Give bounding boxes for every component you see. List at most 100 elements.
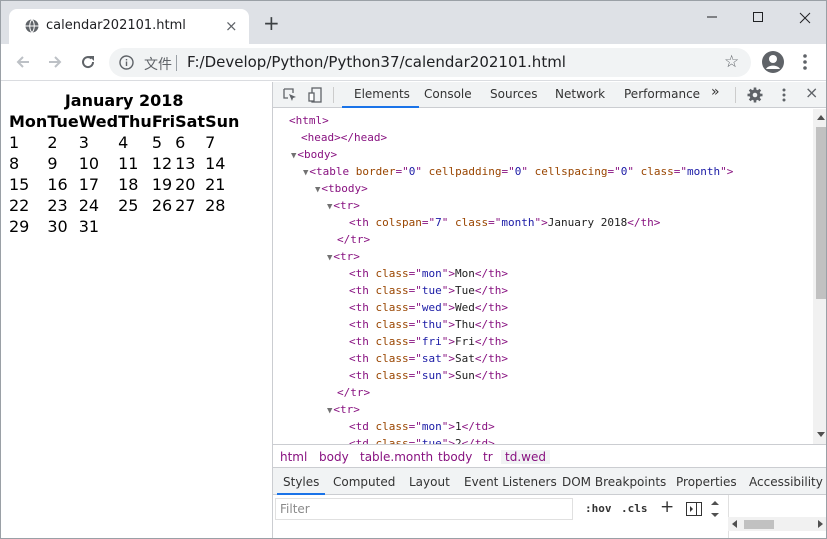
tab-console[interactable]: Console	[424, 87, 472, 101]
class-toggle[interactable]: .cls	[621, 502, 648, 515]
expand-triangle-icon[interactable]: ▼	[303, 168, 308, 178]
dom-node-line[interactable]: <th class="thu">Thu</th>	[349, 316, 508, 333]
tab-properties[interactable]: Properties	[676, 475, 737, 489]
dom-token: ="	[408, 335, 422, 348]
tab-elements[interactable]: Elements	[354, 87, 410, 101]
dom-tree-scrollbar[interactable]	[813, 109, 826, 444]
expand-triangle-icon[interactable]: ▼	[327, 406, 332, 416]
dom-node-line[interactable]: <th class="sat">Sat</th>	[349, 350, 508, 367]
maximize-button[interactable]	[747, 7, 769, 27]
scrollbar-thumb[interactable]	[816, 127, 826, 299]
tab-accessibility[interactable]: Accessibility	[749, 475, 823, 489]
dom-token: </head>	[340, 131, 388, 144]
expand-triangle-icon[interactable]: ▼	[327, 253, 332, 263]
calendar-week-row: 8 9 10 11 12 13 14	[9, 153, 239, 174]
tab-close-button[interactable]: ×	[225, 17, 238, 35]
expand-triangle-icon[interactable]: ▼	[327, 202, 332, 212]
dom-token: class	[640, 165, 674, 178]
tab-computed[interactable]: Computed	[333, 475, 395, 489]
toggle-sidebar-icon[interactable]	[686, 502, 702, 516]
breadcrumb-tr[interactable]: tr	[483, 450, 493, 464]
styles-scroll-arrows-icon[interactable]	[710, 497, 720, 521]
dom-node-line[interactable]: <td class="mon">1</td>	[349, 418, 495, 435]
dom-token: <th	[349, 284, 376, 297]
back-arrow-icon[interactable]	[13, 52, 33, 72]
address-bar[interactable]: 文件 F:/Develop/Python/Python37/calendar20…	[109, 48, 751, 77]
dom-token: </th>	[474, 284, 508, 297]
scroll-up-arrow-icon[interactable]	[817, 115, 825, 120]
dom-node-line[interactable]: <head></head>	[301, 129, 387, 146]
scroll-down-arrow-icon[interactable]	[817, 432, 825, 437]
dom-token: wed	[421, 301, 442, 314]
settings-gear-icon[interactable]	[746, 86, 764, 104]
more-tabs-button[interactable]: »	[711, 84, 720, 100]
dom-node-line[interactable]: <th colspan="7" class="month">January 20…	[349, 214, 660, 231]
dom-node-line[interactable]: ▼<tr>	[327, 248, 360, 265]
dom-node-line[interactable]: <html>	[289, 112, 329, 129]
url-text[interactable]: F:/Develop/Python/Python37/calendar20210…	[187, 53, 566, 71]
new-tab-button[interactable]: +	[263, 13, 280, 33]
dom-node-line[interactable]: <th class="tue">Tue</th>	[349, 282, 508, 299]
tab-sources[interactable]: Sources	[490, 87, 537, 101]
device-toolbar-icon[interactable]	[307, 86, 325, 104]
tab-performance[interactable]: Performance	[624, 87, 700, 101]
dom-token: Thu	[455, 318, 475, 331]
profile-avatar-icon[interactable]	[761, 50, 785, 74]
breadcrumb-table[interactable]: table.month	[360, 450, 433, 464]
dom-token: <th	[349, 216, 376, 229]
dom-node-line[interactable]: ▼<tr>	[327, 401, 360, 418]
dom-node-line[interactable]: ▼<body>	[291, 146, 337, 163]
dom-tree[interactable]: <html> <head></head> ▼<body> ▼<table border…	[273, 109, 813, 444]
browser-tab[interactable]: calendar202101.html ×	[9, 9, 249, 44]
dom-token: <td	[349, 420, 376, 433]
dom-token: sat	[421, 352, 442, 365]
dom-token: mon	[421, 420, 442, 433]
tab-layout[interactable]: Layout	[409, 475, 450, 489]
window-close-button[interactable]	[794, 8, 816, 28]
inspect-element-icon[interactable]	[281, 86, 299, 104]
dom-node-line[interactable]: </tr>	[337, 231, 370, 248]
dom-node-line[interactable]: ▼<table border="0" cellpadding="0" cells…	[303, 163, 733, 180]
devtools-separator	[735, 87, 736, 103]
dom-node-line[interactable]: <td class="tue">2</td>	[349, 435, 495, 444]
devtools-close-button[interactable]: ×	[805, 83, 818, 102]
minimize-button[interactable]	[701, 7, 723, 27]
bookmark-star-icon[interactable]: ☆	[724, 52, 739, 72]
new-style-rule-button[interactable]: +	[660, 497, 674, 517]
dom-token: <body>	[297, 148, 338, 161]
browser-menu-icon[interactable]	[801, 52, 809, 72]
expand-triangle-icon[interactable]: ▼	[291, 151, 296, 161]
scroll-left-arrow-icon[interactable]	[732, 520, 737, 528]
styles-filter-input[interactable]	[275, 498, 573, 520]
devtools-menu-icon[interactable]	[775, 86, 793, 104]
tab-styles[interactable]: Styles	[283, 475, 319, 489]
day-header: Fri	[151, 112, 176, 131]
dom-token: class	[375, 284, 409, 297]
scroll-right-arrow-icon[interactable]	[818, 520, 823, 528]
dom-token: class	[454, 216, 489, 229]
info-icon[interactable]	[119, 55, 134, 70]
horizontal-scrollbar-thumb[interactable]	[744, 520, 774, 529]
dom-node-line[interactable]: ▼<tbody>	[315, 180, 368, 197]
dom-token: ">	[441, 301, 455, 314]
calendar-week-row: 15 16 17 18 19 20 21	[9, 174, 239, 195]
hover-state-toggle[interactable]: :hov	[585, 502, 612, 515]
breadcrumb-tbody[interactable]: tbody	[438, 450, 472, 464]
breadcrumb-html[interactable]: html	[280, 450, 307, 464]
breadcrumb-td-wed[interactable]: td.wed	[501, 450, 550, 464]
styles-horizontal-scrollbar[interactable]	[728, 517, 826, 531]
breadcrumb-body[interactable]: body	[319, 450, 349, 464]
tab-network[interactable]: Network	[555, 87, 605, 101]
forward-arrow-icon[interactable]	[45, 52, 65, 72]
dom-node-line[interactable]: <th class="sun">Sun</th>	[349, 367, 508, 384]
tab-event-listeners[interactable]: Event Listeners	[464, 475, 557, 489]
tab-dom-breakpoints[interactable]: DOM Breakpoints	[562, 475, 666, 489]
dom-node-line[interactable]: ▼<tr>	[327, 197, 360, 214]
reload-icon[interactable]	[78, 52, 98, 72]
dom-node-line[interactable]: <th class="wed">Wed</th>	[349, 299, 508, 316]
dom-node-line[interactable]: <th class="mon">Mon</th>	[349, 265, 508, 282]
dom-node-line[interactable]: </tr>	[337, 384, 370, 401]
calendar-day-cell: 30	[47, 217, 68, 236]
expand-triangle-icon[interactable]: ▼	[315, 185, 320, 195]
dom-node-line[interactable]: <th class="fri">Fri</th>	[349, 333, 508, 350]
